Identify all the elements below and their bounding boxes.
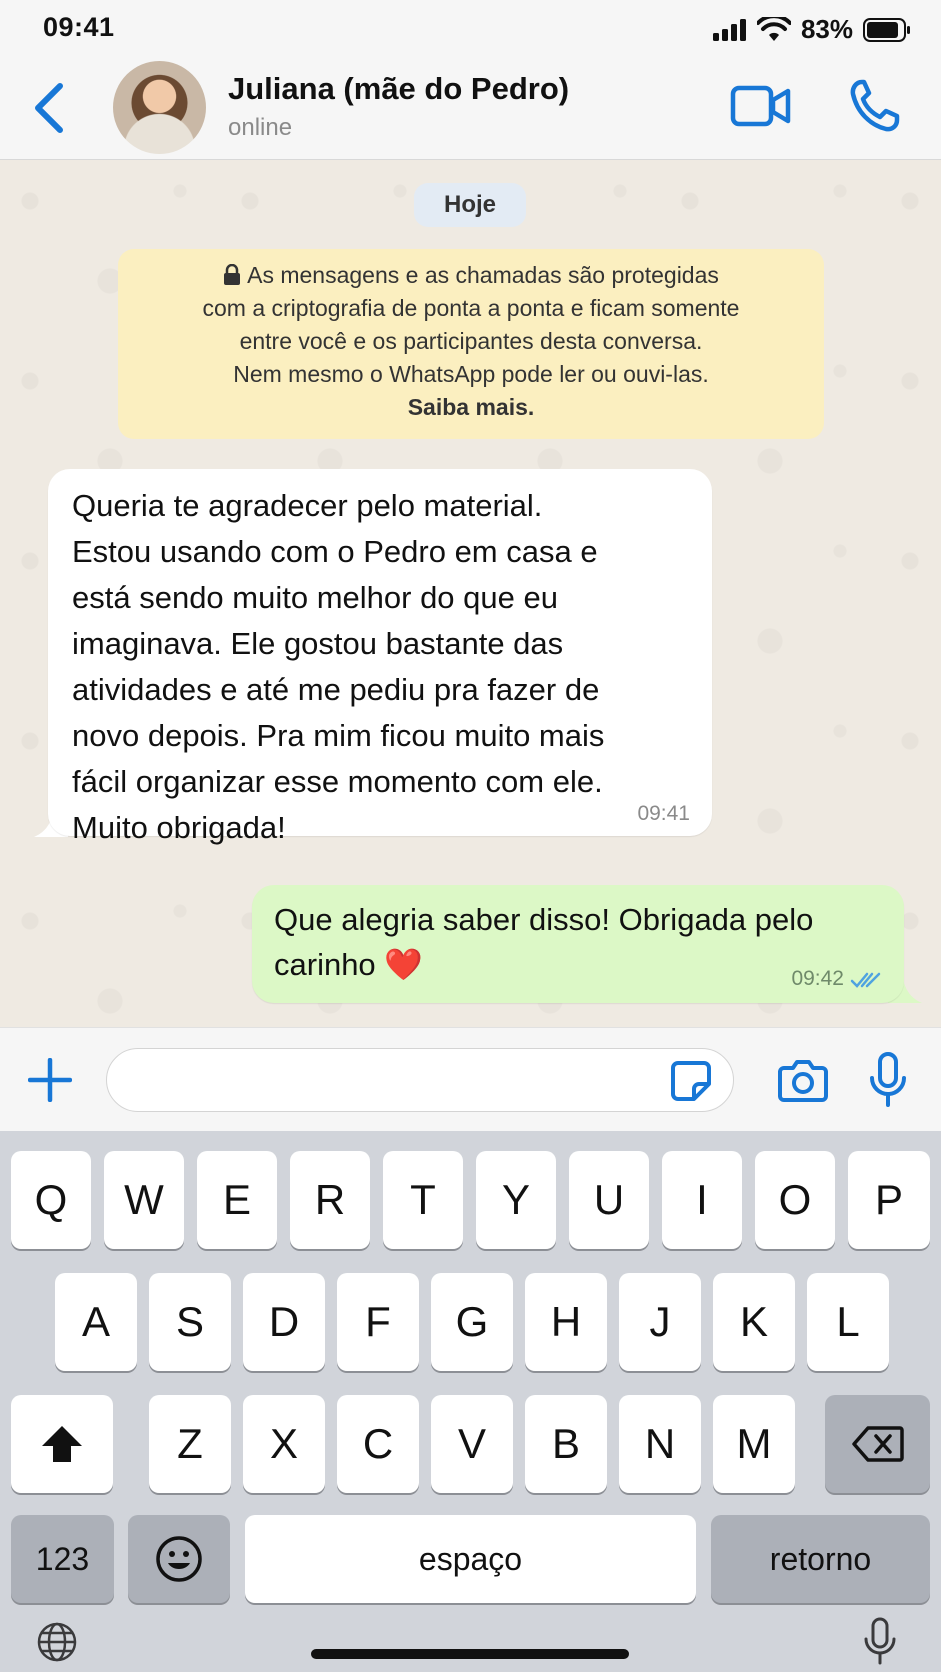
key-k[interactable]: K: [713, 1273, 795, 1371]
shift-icon: [42, 1426, 82, 1462]
message-line: imaginava. Ele gostou bastante das: [72, 626, 564, 661]
message-line: Muito obrigada!: [72, 810, 286, 845]
key-e[interactable]: E: [197, 1151, 277, 1249]
key-c[interactable]: C: [337, 1395, 419, 1493]
status-bar: 09:41 83%: [0, 0, 941, 58]
key-d[interactable]: D: [243, 1273, 325, 1371]
chat-header: Juliana (mãe do Pedro) online: [0, 58, 941, 160]
key-j[interactable]: J: [619, 1273, 701, 1371]
space-key[interactable]: espaço: [245, 1515, 696, 1603]
wifi-icon: [756, 16, 791, 41]
chat-area[interactable]: Hoje As mensagens e as chamadas são prot…: [0, 161, 941, 1027]
return-key[interactable]: retorno: [711, 1515, 930, 1603]
back-chevron-icon[interactable]: [28, 78, 72, 138]
numbers-key[interactable]: 123: [11, 1515, 114, 1603]
message-line: atividades e até me pediu pra fazer de: [72, 672, 600, 707]
key-z[interactable]: Z: [149, 1395, 231, 1493]
key-a[interactable]: A: [55, 1273, 137, 1371]
key-b[interactable]: B: [525, 1395, 607, 1493]
key-x[interactable]: X: [243, 1395, 325, 1493]
key-r[interactable]: R: [290, 1151, 370, 1249]
plus-icon[interactable]: [28, 1058, 72, 1102]
key-l[interactable]: L: [807, 1273, 889, 1371]
outgoing-message-bubble[interactable]: Que alegria saber disso! Obrigada pelo c…: [252, 885, 904, 1003]
phone-call-icon[interactable]: [848, 78, 900, 134]
emoji-icon: [156, 1536, 202, 1582]
home-indicator: [311, 1649, 629, 1659]
encryption-line-2: com a criptografia de ponta a ponta e fi…: [202, 295, 740, 321]
message-line: Queria te agradecer pelo material.: [72, 488, 543, 523]
read-receipt-icon: [850, 972, 881, 988]
message-time: 09:42: [791, 967, 844, 990]
contact-status: online: [228, 114, 293, 141]
key-o[interactable]: O: [755, 1151, 835, 1249]
incoming-message-bubble[interactable]: Queria te agradecer pelo material. Estou…: [48, 469, 712, 845]
lock-icon: [224, 264, 241, 285]
encryption-notice[interactable]: As mensagens e as chamadas são protegida…: [118, 249, 824, 439]
key-i[interactable]: I: [662, 1151, 742, 1249]
encryption-line-4: Nem mesmo o WhatsApp pode ler ou ouvi-la…: [233, 361, 709, 387]
encryption-line-3: entre você e os participantes desta conv…: [239, 328, 703, 354]
key-t[interactable]: T: [383, 1151, 463, 1249]
emoji-key[interactable]: [128, 1515, 230, 1603]
heart-emoji: ❤️: [384, 947, 423, 982]
sticker-icon[interactable]: [670, 1060, 712, 1102]
backspace-icon: [851, 1426, 904, 1462]
key-u[interactable]: U: [569, 1151, 649, 1249]
key-m[interactable]: M: [713, 1395, 795, 1493]
status-time: 09:41: [43, 12, 115, 42]
microphone-icon[interactable]: [868, 1052, 908, 1108]
message-line: está sendo muito melhor do que eu: [72, 580, 558, 615]
key-q[interactable]: Q: [11, 1151, 91, 1249]
video-call-icon[interactable]: [730, 80, 792, 132]
key-w[interactable]: W: [104, 1151, 184, 1249]
contact-avatar[interactable]: [113, 61, 206, 154]
date-chip: Hoje: [414, 183, 526, 227]
message-line: fácil organizar esse momento com ele.: [72, 764, 603, 799]
contact-name[interactable]: Juliana (mãe do Pedro): [228, 71, 569, 107]
status-indicators: 83%: [712, 14, 911, 45]
message-input[interactable]: [106, 1048, 734, 1112]
message-line: novo depois. Pra mim ficou muito mais: [72, 718, 605, 753]
learn-more-link[interactable]: Saiba mais.: [118, 391, 824, 424]
shift-key[interactable]: [11, 1395, 113, 1493]
key-p[interactable]: P: [848, 1151, 930, 1249]
key-v[interactable]: V: [431, 1395, 513, 1493]
keyboard: Q W E R T Y U I O P A S D F G H J K L Z …: [0, 1131, 941, 1672]
dictation-microphone-icon[interactable]: [862, 1617, 898, 1665]
globe-icon[interactable]: [36, 1621, 78, 1663]
key-h[interactable]: H: [525, 1273, 607, 1371]
camera-icon[interactable]: [778, 1058, 828, 1102]
battery-icon: [863, 17, 910, 42]
key-y[interactable]: Y: [476, 1151, 556, 1249]
signal-icon: [712, 18, 746, 41]
battery-percentage: 83%: [800, 14, 853, 44]
key-f[interactable]: F: [337, 1273, 419, 1371]
message-line: Estou usando com o Pedro em casa e: [72, 534, 598, 569]
message-line: Que alegria saber disso! Obrigada pelo: [274, 902, 814, 937]
key-s[interactable]: S: [149, 1273, 231, 1371]
encryption-line-1: As mensagens e as chamadas são protegida…: [118, 259, 824, 292]
key-n[interactable]: N: [619, 1395, 701, 1493]
message-input-bar: [0, 1027, 941, 1131]
key-g[interactable]: G: [431, 1273, 513, 1371]
message-time: 09:41: [637, 802, 690, 825]
delete-key[interactable]: [825, 1395, 930, 1493]
